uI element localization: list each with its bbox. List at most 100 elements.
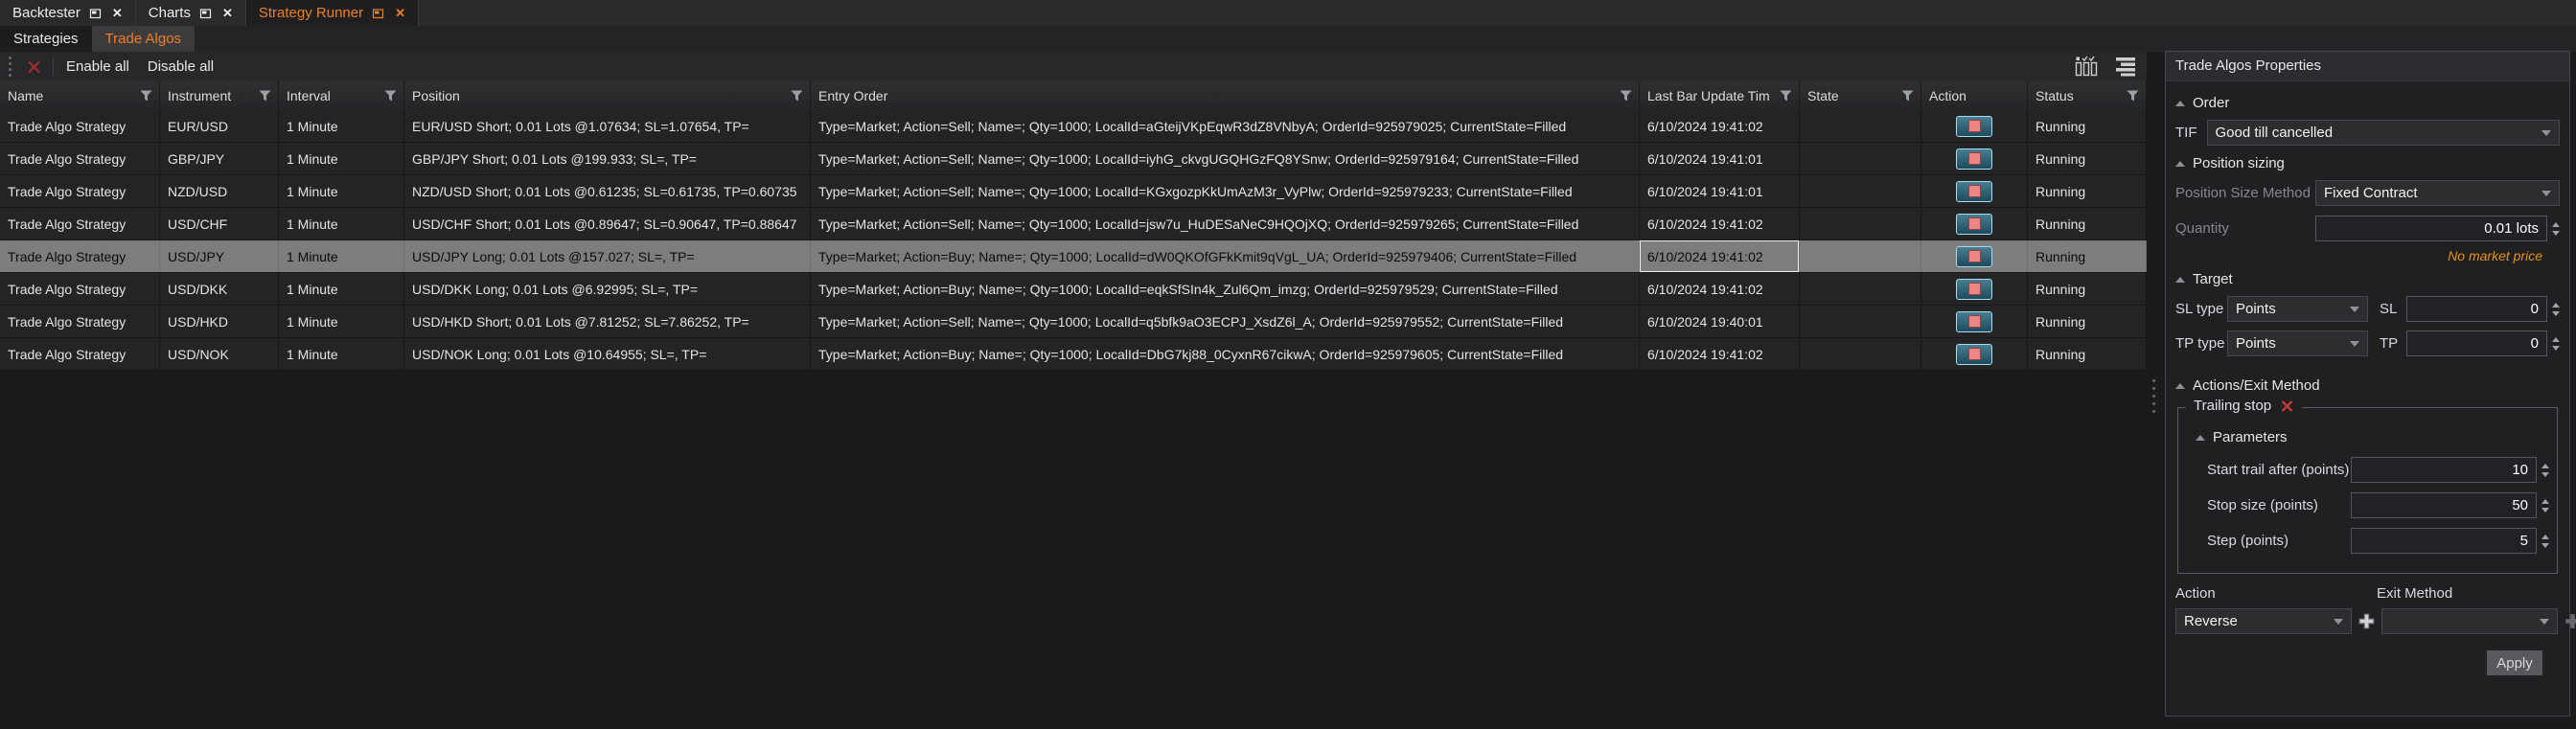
filter-icon[interactable]	[791, 90, 803, 102]
tab-label: Strategy Runner	[259, 5, 363, 21]
section-order[interactable]: Order	[2175, 95, 2560, 111]
position-size-method-select[interactable]: Fixed Contract	[2315, 180, 2560, 206]
stop-strategy-button[interactable]	[1956, 214, 1992, 235]
filter-icon[interactable]	[259, 90, 271, 102]
disable-all-button[interactable]: Disable all	[148, 58, 214, 75]
tp-type-select[interactable]: Points	[2227, 330, 2368, 356]
table-row-usd-hkd[interactable]: Trade Algo StrategyUSD/HKD1 MinuteUSD/HK…	[0, 306, 2147, 338]
quantity-stepper[interactable]	[2552, 222, 2560, 236]
tp-field[interactable]: 0	[2406, 330, 2547, 356]
section-target[interactable]: Target	[2175, 271, 2560, 287]
column-header-instrument[interactable]: Instrument	[160, 81, 279, 110]
column-header-label: Instrument	[168, 88, 255, 103]
sl-type-value: Points	[2236, 301, 2276, 317]
tab-charts[interactable]: Charts ✕	[136, 0, 246, 26]
column-header-action[interactable]: Action	[1921, 81, 2028, 110]
chevron-down-icon	[2334, 619, 2343, 625]
panel-splitter-handle[interactable]	[2152, 379, 2155, 413]
column-header-interval[interactable]: Interval	[279, 81, 404, 110]
cell-position: USD/DKK Long; 0.01 Lots @6.92995; SL=, T…	[404, 273, 811, 305]
section-parameters[interactable]: Parameters	[2196, 429, 2549, 445]
filter-icon[interactable]	[1780, 90, 1792, 102]
stop-strategy-button[interactable]	[1956, 181, 1992, 202]
start-trail-after-value: 10	[2512, 462, 2528, 478]
table-row-usd-jpy[interactable]: Trade Algo StrategyUSD/JPY1 MinuteUSD/JP…	[0, 240, 2147, 273]
tab-backtester[interactable]: Backtester ✕	[0, 0, 136, 26]
window-icon[interactable]	[372, 8, 384, 19]
stop-strategy-button[interactable]	[1956, 279, 1992, 300]
toolbar-drag-handle[interactable]	[9, 57, 12, 77]
add-exit-method-icon[interactable]	[2564, 613, 2576, 629]
window-icon[interactable]	[89, 8, 102, 19]
cell-interval: 1 Minute	[279, 306, 404, 337]
section-position-sizing[interactable]: Position sizing	[2175, 155, 2560, 171]
column-header-name[interactable]: Name	[0, 81, 160, 110]
cell-state	[1800, 208, 1921, 239]
collapse-arrow-icon	[2175, 101, 2185, 106]
table-row-usd-nok[interactable]: Trade Algo StrategyUSD/NOK1 MinuteUSD/NO…	[0, 338, 2147, 371]
window-icon[interactable]	[199, 8, 212, 19]
stop-strategy-button[interactable]	[1956, 246, 1992, 267]
column-header-entry-order[interactable]: Entry Order	[811, 81, 1640, 110]
table-row-eur-usd[interactable]: Trade Algo StrategyEUR/USD1 MinuteEUR/US…	[0, 110, 2147, 143]
remove-x-icon[interactable]	[2280, 399, 2294, 413]
column-header-state[interactable]: State	[1800, 81, 1921, 110]
stop-size-stepper[interactable]	[2542, 499, 2549, 513]
stop-strategy-button[interactable]	[1956, 148, 1992, 170]
table-row-gbp-jpy[interactable]: Trade Algo StrategyGBP/JPY1 MinuteGBP/JP…	[0, 143, 2147, 175]
cell-state	[1800, 338, 1921, 370]
sl-stepper[interactable]	[2552, 303, 2560, 316]
exit-method-select[interactable]	[2381, 608, 2558, 634]
sl-field[interactable]: 0	[2406, 296, 2547, 322]
enable-all-button[interactable]: Enable all	[66, 58, 129, 75]
start-trail-after-stepper[interactable]	[2542, 464, 2549, 477]
column-chooser-icon[interactable]	[2074, 56, 2099, 78]
section-actions-exit-method[interactable]: Actions/Exit Method	[2175, 377, 2560, 394]
column-header-status[interactable]: Status	[2028, 81, 2147, 110]
step-points-stepper[interactable]	[2542, 535, 2549, 548]
stop-icon	[1968, 152, 1981, 165]
filter-icon[interactable]	[2127, 90, 2139, 102]
section-label: Order	[2193, 95, 2229, 111]
trade-algos-properties-panel: Trade Algos Properties Order TIF Good ti…	[2165, 51, 2570, 717]
cell-position: NZD/USD Short; 0.01 Lots @0.61235; SL=0.…	[404, 175, 811, 207]
stop-size-field[interactable]: 50	[2351, 492, 2537, 518]
tif-select[interactable]: Good till cancelled	[2207, 120, 2561, 146]
filter-icon[interactable]	[140, 90, 152, 102]
filter-icon[interactable]	[384, 90, 397, 102]
stop-strategy-button[interactable]	[1956, 311, 1992, 332]
action-select[interactable]: Reverse	[2175, 608, 2352, 634]
table-row-usd-chf[interactable]: Trade Algo StrategyUSD/CHF1 MinuteUSD/CH…	[0, 208, 2147, 240]
section-label: Parameters	[2213, 429, 2288, 445]
step-points-field[interactable]: 5	[2351, 528, 2537, 554]
table-row-nzd-usd[interactable]: Trade Algo StrategyNZD/USD1 MinuteNZD/US…	[0, 175, 2147, 208]
table-row-usd-dkk[interactable]: Trade Algo StrategyUSD/DKK1 MinuteUSD/DK…	[0, 273, 2147, 306]
quantity-field[interactable]: 0.01 lots	[2315, 216, 2547, 241]
column-header-label: Interval	[287, 88, 380, 103]
tab-strategy-runner[interactable]: Strategy Runner ✕	[246, 0, 419, 26]
sl-type-select[interactable]: Points	[2227, 296, 2368, 322]
tp-stepper[interactable]	[2552, 337, 2560, 351]
cell-instrument: USD/JPY	[160, 240, 279, 272]
tab-strategies[interactable]: Strategies	[0, 26, 92, 52]
start-trail-after-field[interactable]: 10	[2351, 457, 2537, 483]
column-header-position[interactable]: Position	[404, 81, 811, 110]
column-header-last-bar-update-tim[interactable]: Last Bar Update Tim	[1640, 81, 1800, 110]
sl-type-label: SL type	[2175, 301, 2227, 317]
stop-strategy-button[interactable]	[1956, 344, 1992, 365]
add-action-icon[interactable]	[2358, 613, 2375, 629]
close-icon[interactable]: ✕	[395, 6, 405, 21]
tab-trade-algos[interactable]: Trade Algos	[92, 26, 196, 52]
apply-button[interactable]: Apply	[2487, 650, 2542, 675]
remove-strategy-icon[interactable]	[26, 59, 42, 75]
cell-position: USD/HKD Short; 0.01 Lots @7.81252; SL=7.…	[404, 306, 811, 337]
filter-icon[interactable]	[1901, 90, 1914, 102]
close-icon[interactable]: ✕	[112, 6, 123, 21]
group-list-icon[interactable]	[2114, 57, 2137, 77]
cell-entry-order: Type=Market; Action=Buy; Name=; Qty=1000…	[811, 240, 1640, 272]
close-icon[interactable]: ✕	[222, 6, 233, 21]
cell-name: Trade Algo Strategy	[0, 110, 160, 142]
cell-position: USD/NOK Long; 0.01 Lots @10.64955; SL=, …	[404, 338, 811, 370]
filter-icon[interactable]	[1620, 90, 1632, 102]
stop-strategy-button[interactable]	[1956, 116, 1992, 137]
